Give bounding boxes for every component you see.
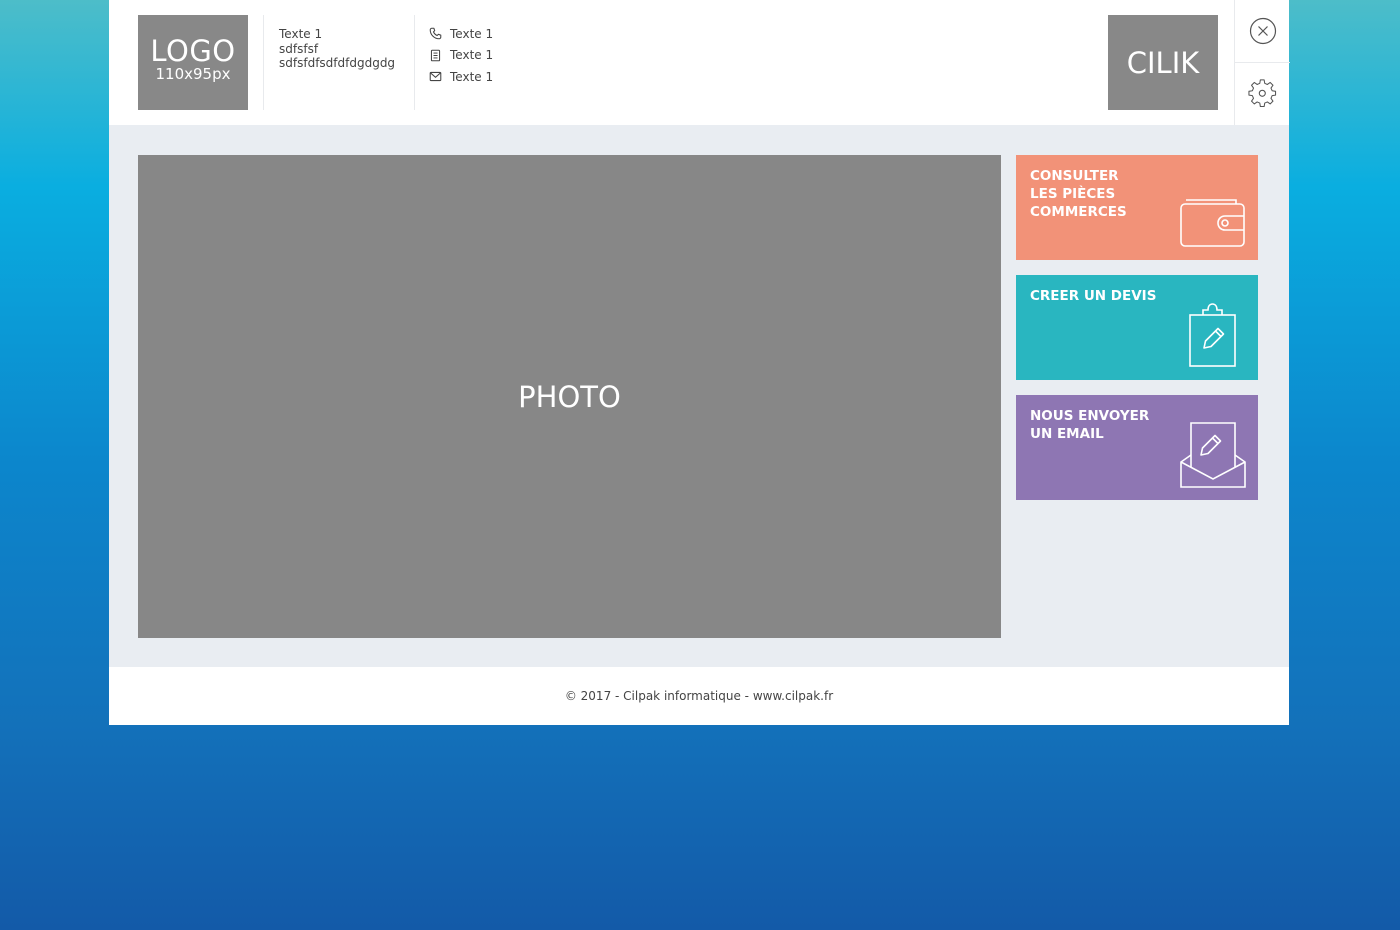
tile-create-quote[interactable]: CREER UN DEVIS — [1016, 275, 1258, 380]
tile-label-line: COMMERCES — [1030, 204, 1127, 220]
divider — [263, 15, 264, 110]
divider — [414, 15, 415, 110]
app-window: LOGO 110x95px Texte 1 sdfsfsf sdfsfdfsdf… — [109, 0, 1290, 725]
tile-consult-parts[interactable]: CONSULTER LES PIÈCES COMMERCES — [1016, 155, 1258, 260]
contact-text: Texte 1 — [450, 69, 494, 84]
phone-icon — [429, 27, 442, 40]
settings-button[interactable] — [1235, 62, 1290, 125]
tile-label: CREER UN DEVIS — [1030, 287, 1180, 305]
contact-mail: Texte 1 — [429, 62, 493, 92]
fax-icon — [430, 49, 441, 62]
footer: © 2017 - Cilpak informatique - www.cilpa… — [109, 667, 1289, 725]
wallet-icon — [1180, 199, 1245, 247]
clipboard-edit-icon — [1189, 303, 1236, 367]
logo: LOGO 110x95px — [138, 15, 248, 110]
tile-label-line: LES PIÈCES — [1030, 186, 1116, 202]
cilik-button[interactable]: CILIK — [1108, 15, 1218, 110]
address-line: Texte 1 — [279, 27, 323, 41]
contact-block: Texte 1 Texte 1 Texte 1 — [429, 27, 493, 92]
close-icon — [1249, 17, 1276, 45]
logo-text: LOGO — [150, 34, 236, 68]
mail-icon — [429, 72, 442, 82]
header: LOGO 110x95px Texte 1 sdfsfsf sdfsfdfsdf… — [109, 0, 1290, 125]
tile-send-email[interactable]: NOUS ENVOYER UN EMAIL — [1016, 395, 1258, 500]
photo-label: PHOTO — [518, 379, 621, 414]
tile-label-line: CREER UN DEVIS — [1030, 288, 1157, 304]
contact-text: Texte 1 — [450, 48, 494, 63]
gear-icon — [1247, 79, 1276, 108]
address-block: Texte 1 sdfsfsf sdfsfdfsdfdfdgdgdg — [279, 27, 395, 71]
photo-placeholder: PHOTO — [138, 155, 1001, 638]
tile-label: CONSULTER LES PIÈCES COMMERCES — [1030, 167, 1180, 221]
logo-size-text: 110x95px — [155, 65, 231, 83]
footer-copyright: © 2017 - Cilpak informatique - www.cilpa… — [564, 689, 834, 703]
envelope-edit-icon — [1180, 422, 1246, 488]
contact-text: Texte 1 — [450, 26, 494, 41]
tile-label-line: CONSULTER — [1030, 168, 1119, 184]
header-side-actions — [1234, 0, 1290, 125]
tile-label-line: NOUS ENVOYER — [1030, 408, 1150, 424]
close-button[interactable] — [1235, 0, 1290, 62]
address-line: sdfsfdfsdfdfdgdgdg — [279, 56, 396, 70]
tile-label: NOUS ENVOYER UN EMAIL — [1030, 407, 1180, 443]
address-line: sdfsfsf — [279, 41, 319, 56]
tile-label-line: UN EMAIL — [1030, 426, 1104, 442]
